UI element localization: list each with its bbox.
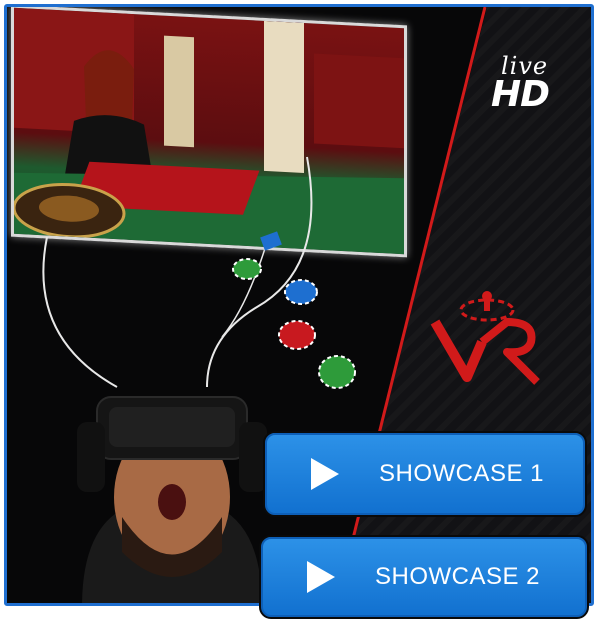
column (264, 20, 304, 173)
play-icon (311, 458, 339, 490)
showcase-2-label: SHOWCASE 2 (375, 563, 541, 590)
live-hd-logo: live HD (487, 52, 567, 132)
casino-screen (11, 7, 407, 258)
wall-panel (314, 53, 404, 149)
casino-scene (14, 7, 404, 255)
dealer-hair (84, 50, 134, 124)
hd-label: HD (491, 74, 550, 115)
vr-headset-person (77, 396, 267, 603)
play-icon (307, 561, 335, 593)
column (164, 35, 194, 148)
showcase-1-button[interactable]: SHOWCASE 1 (263, 431, 587, 517)
showcase-1-label: SHOWCASE 1 (379, 460, 545, 487)
vr-logo (430, 291, 540, 385)
showcase-2-button[interactable]: SHOWCASE 2 (259, 535, 589, 619)
